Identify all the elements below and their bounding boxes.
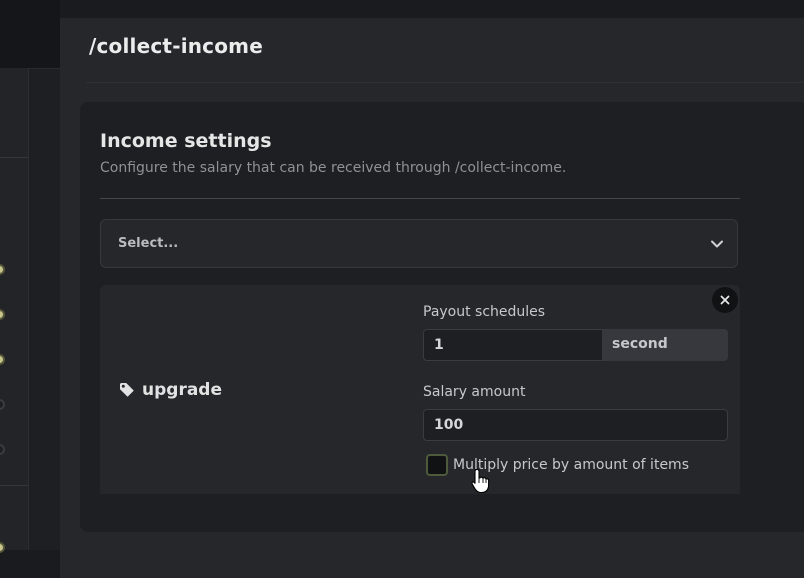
background-topbar [0, 0, 60, 69]
payout-unit-select[interactable]: second [602, 329, 728, 361]
toggle-indicator[interactable] [0, 309, 5, 320]
salary-amount-label: Salary amount [423, 384, 526, 400]
divider [0, 485, 28, 486]
income-item-card: upgrade Payout schedules 1 second Salary… [100, 285, 740, 494]
background-sidebar [0, 68, 29, 553]
command-settings-panel: /collect-income Income settings Configur… [60, 18, 804, 578]
toggle-indicator[interactable] [0, 542, 5, 553]
item-role: upgrade [119, 380, 222, 400]
hand-cursor-icon [471, 468, 490, 494]
section-description: Configure the salary that can be receive… [100, 160, 567, 176]
header-divider [86, 82, 804, 83]
toggle-indicator[interactable] [0, 444, 5, 455]
section-divider [100, 198, 740, 199]
salary-amount-input[interactable]: 100 [423, 409, 728, 441]
tag-icon [120, 383, 134, 397]
close-icon [720, 295, 730, 305]
income-settings-card: Income settings Configure the salary tha… [80, 102, 804, 532]
payout-schedules-input[interactable]: 1 [423, 329, 603, 361]
panel-title: /collect-income [89, 34, 263, 58]
panel-header: /collect-income [60, 18, 804, 82]
divider [0, 157, 28, 158]
select-placeholder: Select... [118, 236, 179, 251]
payout-schedules-label: Payout schedules [423, 304, 546, 320]
item-name: upgrade [142, 380, 222, 400]
chevron-down-icon [711, 240, 723, 248]
remove-item-button[interactable] [712, 287, 738, 313]
role-select-dropdown[interactable]: Select... [100, 219, 738, 268]
toggle-indicator[interactable] [0, 354, 5, 365]
multiply-price-checkbox[interactable] [426, 454, 448, 476]
toggle-indicator[interactable] [0, 264, 5, 275]
toggle-indicator[interactable] [0, 399, 5, 410]
section-title: Income settings [100, 130, 272, 152]
